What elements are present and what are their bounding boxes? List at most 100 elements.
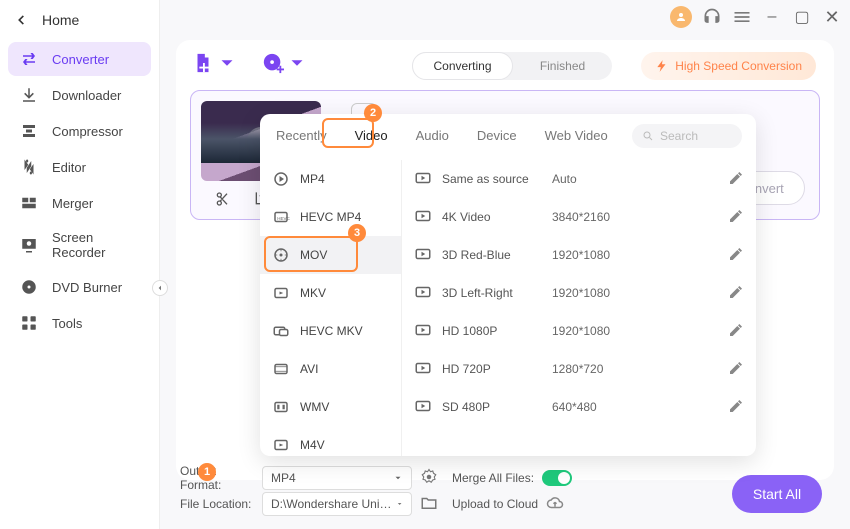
preset-play-icon	[414, 359, 432, 380]
format-row-hevc-mp4[interactable]: HEVC HEVC MP4	[260, 198, 401, 236]
preset-res: 1920*1080	[552, 324, 652, 338]
preset-res: 1920*1080	[552, 248, 652, 262]
headset-icon[interactable]	[702, 7, 722, 27]
home-label: Home	[42, 12, 79, 28]
format-icon	[272, 322, 290, 340]
format-icon	[272, 284, 290, 302]
file-location-label: File Location:	[176, 497, 254, 511]
preset-edit-icon[interactable]	[728, 398, 744, 417]
sidebar-item-tools[interactable]: Tools	[8, 306, 151, 340]
merger-icon	[20, 194, 38, 212]
format-icon	[272, 360, 290, 378]
format-row-hevc-mkv[interactable]: HEVC MKV	[260, 312, 401, 350]
tab-web-video[interactable]: Web Video	[539, 124, 614, 147]
preset-name: HD 1080P	[442, 324, 552, 338]
preset-row[interactable]: HD 1080P1920*1080	[402, 312, 756, 350]
preset-edit-icon[interactable]	[728, 322, 744, 341]
sidebar-item-screen-recorder[interactable]: Screen Recorder	[8, 222, 151, 268]
caret-down-icon	[396, 499, 403, 509]
bolt-icon	[655, 59, 669, 73]
preset-name: Same as source	[442, 172, 552, 186]
sidebar-item-label: Editor	[52, 160, 86, 175]
preset-edit-icon[interactable]	[728, 360, 744, 379]
format-label: M4V	[300, 438, 325, 452]
window-minimize[interactable]: –	[762, 8, 782, 26]
tools-icon	[20, 314, 38, 332]
file-add-icon	[192, 52, 214, 74]
sidebar-item-compressor[interactable]: Compressor	[8, 114, 151, 148]
compress-icon	[20, 122, 38, 140]
preset-row[interactable]: 3D Red-Blue1920*1080	[402, 236, 756, 274]
preset-row[interactable]: Same as sourceAuto	[402, 160, 756, 198]
open-folder-icon[interactable]	[420, 494, 438, 515]
preset-name: SD 480P	[442, 400, 552, 414]
format-list: MP4 HEVCHEVC MP4 MOV MKV HEVC MKV AVI WM…	[260, 160, 402, 456]
upload-label: Upload to Cloud	[452, 497, 538, 511]
seg-converting[interactable]: Converting	[412, 52, 513, 80]
menu-icon[interactable]	[732, 7, 752, 27]
format-row-wmv[interactable]: WMV	[260, 388, 401, 426]
high-speed-conversion[interactable]: High Speed Conversion	[641, 52, 816, 80]
sidebar-item-merger[interactable]: Merger	[8, 186, 151, 220]
user-avatar[interactable]	[670, 6, 692, 28]
preset-row[interactable]: SD 480P640*480	[402, 388, 756, 426]
file-location-value: D:\Wondershare UniConverter 1	[271, 497, 396, 511]
preset-row[interactable]: HD 720P1280*720	[402, 350, 756, 388]
search-icon	[642, 130, 654, 142]
preset-res: 3840*2160	[552, 210, 652, 224]
preset-edit-icon[interactable]	[728, 170, 744, 189]
merge-toggle[interactable]	[542, 470, 572, 486]
sidebar-item-dvd-burner[interactable]: DVD Burner	[8, 270, 151, 304]
sidebar-item-editor[interactable]: Editor	[8, 150, 151, 184]
format-row-mkv[interactable]: MKV	[260, 274, 401, 312]
trim-icon[interactable]	[213, 191, 229, 207]
output-format-value: MP4	[271, 471, 296, 485]
output-format-dropdown[interactable]: MP4	[262, 466, 412, 490]
step-highlight-format	[264, 236, 358, 272]
sidebar-collapse[interactable]	[152, 280, 168, 296]
sidebar-item-label: DVD Burner	[52, 280, 122, 295]
preset-edit-icon[interactable]	[728, 246, 744, 265]
preset-edit-icon[interactable]	[728, 208, 744, 227]
preset-edit-icon[interactable]	[728, 284, 744, 303]
screenrec-icon	[20, 236, 38, 254]
format-search[interactable]: Search	[632, 124, 742, 148]
merge-label: Merge All Files:	[452, 471, 534, 485]
format-label: HEVC MP4	[300, 210, 361, 224]
format-icon: HEVC	[272, 208, 290, 226]
step-badge-2: 2	[364, 104, 382, 122]
format-panel: Recently Video Audio Device Web Video 2 …	[260, 114, 756, 456]
add-file-button[interactable]	[192, 52, 238, 74]
format-label: MP4	[300, 172, 325, 186]
sidebar-item-converter[interactable]: Converter	[8, 42, 151, 76]
sidebar-home[interactable]: Home	[0, 6, 159, 40]
cloud-icon[interactable]	[546, 494, 564, 515]
format-row-avi[interactable]: AVI	[260, 350, 401, 388]
sidebar-item-downloader[interactable]: Downloader	[8, 78, 151, 112]
format-row-m4v[interactable]: M4V	[260, 426, 401, 456]
format-icon	[272, 436, 290, 454]
download-icon	[20, 86, 38, 104]
main-toolbar	[192, 52, 308, 74]
step-badge-1: 1	[198, 463, 216, 481]
disc-add-icon	[262, 52, 284, 74]
tab-device[interactable]: Device	[471, 124, 523, 147]
start-all-button[interactable]: Start All	[732, 475, 822, 513]
add-dvd-button[interactable]	[262, 52, 308, 74]
window-maximize[interactable]: ▢	[792, 7, 812, 27]
window-close[interactable]: ✕	[822, 7, 842, 28]
seg-finished[interactable]: Finished	[513, 52, 612, 80]
preset-name: 3D Left-Right	[442, 286, 552, 300]
file-location-dropdown[interactable]: D:\Wondershare UniConverter 1	[262, 492, 412, 516]
preset-play-icon	[414, 245, 432, 266]
sidebar-item-label: Compressor	[52, 124, 123, 139]
settings-icon[interactable]	[420, 468, 438, 489]
preset-res: 1280*720	[552, 362, 652, 376]
svg-text:HEVC: HEVC	[277, 216, 290, 221]
preset-row[interactable]: 4K Video3840*2160	[402, 198, 756, 236]
tab-audio[interactable]: Audio	[410, 124, 455, 147]
format-row-mp4[interactable]: MP4	[260, 160, 401, 198]
preset-name: 3D Red-Blue	[442, 248, 552, 262]
preset-row[interactable]: 3D Left-Right1920*1080	[402, 274, 756, 312]
sidebar: Home Converter Downloader Compressor Edi…	[0, 0, 160, 529]
